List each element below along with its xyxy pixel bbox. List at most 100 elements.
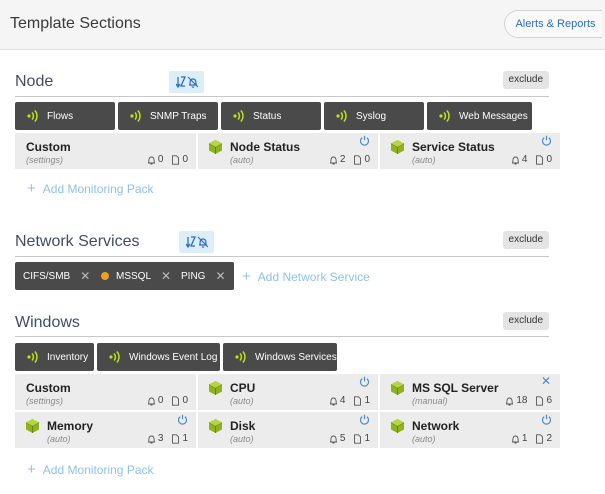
windows-section: Windows exclude Inventory Windows Event … xyxy=(15,302,560,487)
pack-card-disk[interactable]: Disk (auto) 5 1 xyxy=(198,412,378,448)
cube-icon xyxy=(390,381,405,395)
add-monitoring-pack-link[interactable]: + Add Monitoring Pack xyxy=(27,181,154,196)
doc-count: 0 xyxy=(546,154,552,165)
chip-flows[interactable]: Flows xyxy=(15,102,115,130)
add-monitoring-pack-link[interactable]: + Add Monitoring Pack xyxy=(27,461,154,478)
windows-section-title: Windows xyxy=(15,314,80,331)
bell-slash-icon xyxy=(175,76,198,89)
plus-icon: + xyxy=(27,461,36,478)
card-title: Service Status xyxy=(412,140,495,154)
card-title: Custom xyxy=(26,381,71,395)
power-icon[interactable] xyxy=(359,376,370,387)
card-counts: 5 1 xyxy=(329,433,370,444)
alert-count: 1 xyxy=(521,433,528,444)
doc-count: 0 xyxy=(182,154,188,165)
node-exclude-button[interactable]: exclude xyxy=(502,71,549,89)
network-section-title: Network Services xyxy=(15,233,140,250)
pack-card-network[interactable]: Network (auto) 1 2 xyxy=(380,412,560,448)
card-subtitle: (auto) xyxy=(230,396,254,406)
add-label: Add Monitoring Pack xyxy=(42,182,154,196)
bell-slash-icon xyxy=(185,236,208,249)
chip-windows-services[interactable]: Windows Services xyxy=(223,343,337,371)
card-title: Memory xyxy=(47,419,94,433)
chip-snmp-traps[interactable]: SNMP Traps xyxy=(118,102,218,130)
signal-icon xyxy=(27,350,38,364)
card-subtitle: (auto) xyxy=(230,434,254,444)
document-icon xyxy=(172,154,180,165)
bell-icon xyxy=(147,156,155,164)
close-icon[interactable]: ✕ xyxy=(80,269,90,283)
pack-card-custom[interactable]: Custom (settings) 0 0 xyxy=(15,374,196,410)
chip-windows-event-log[interactable]: Windows Event Log xyxy=(97,343,220,371)
card-counts: 18 6 xyxy=(505,395,552,406)
close-icon[interactable]: ✕ xyxy=(215,269,225,283)
signal-icon xyxy=(235,350,246,364)
pack-card-ms-sql-server[interactable]: MS SQL Server (manual) ✕ 18 6 xyxy=(380,374,560,410)
alerts-reports-button[interactable]: Alerts & Reports xyxy=(504,10,602,38)
card-subtitle: (auto) xyxy=(412,155,436,165)
windows-exclude-button[interactable]: exclude xyxy=(502,312,549,330)
card-counts: 1 2 xyxy=(511,433,552,444)
divider xyxy=(15,256,549,257)
power-icon[interactable] xyxy=(541,135,552,146)
mute-notifications-button[interactable] xyxy=(169,71,204,93)
doc-count: 0 xyxy=(182,395,188,406)
bell-icon xyxy=(506,397,514,405)
add-network-service-link[interactable]: + Add Network Service xyxy=(242,269,370,284)
service-chip-mssql[interactable]: MSSQL ✕ xyxy=(93,262,180,290)
header-bar: Template Sections Alerts & Reports xyxy=(0,0,605,50)
power-icon[interactable] xyxy=(177,414,188,425)
bell-icon xyxy=(511,435,519,443)
bell-icon xyxy=(329,156,337,164)
document-icon xyxy=(536,154,544,165)
alert-count: 4 xyxy=(521,154,528,165)
alert-count: 3 xyxy=(157,433,164,444)
pack-card-memory[interactable]: Memory (auto) 3 1 xyxy=(15,412,196,448)
service-label: PING xyxy=(181,270,206,282)
chip-inventory[interactable]: Inventory xyxy=(15,343,94,371)
service-chip-ping[interactable]: PING ✕ xyxy=(173,262,234,290)
pack-card-service-status[interactable]: Service Status (auto) 4 0 xyxy=(380,133,560,169)
alert-count: 0 xyxy=(157,395,164,406)
card-counts: 4 0 xyxy=(511,154,552,165)
close-icon[interactable]: ✕ xyxy=(161,269,171,283)
chip-syslog[interactable]: Syslog xyxy=(324,102,424,130)
pack-card-node-status[interactable]: Node Status (auto) 2 0 xyxy=(198,133,378,169)
alert-count: 18 xyxy=(516,395,528,406)
chip-web-messages[interactable]: Web Messages xyxy=(427,102,532,130)
chip-label: SNMP Traps xyxy=(150,110,207,122)
card-subtitle: (auto) xyxy=(412,434,436,444)
power-icon[interactable] xyxy=(541,414,552,425)
divider xyxy=(15,336,549,337)
close-icon[interactable]: ✕ xyxy=(541,374,551,388)
page-title: Template Sections xyxy=(10,15,141,32)
add-label: Add Network Service xyxy=(257,270,370,284)
pack-card-cpu[interactable]: CPU (auto) 4 1 xyxy=(198,374,378,410)
node-section-title: Node xyxy=(15,73,54,90)
chip-label: Inventory xyxy=(47,351,89,363)
network-exclude-button[interactable]: exclude xyxy=(502,231,549,249)
chip-status[interactable]: Status xyxy=(221,102,321,130)
card-title: MS SQL Server xyxy=(412,381,499,395)
service-chip-cifs-smb[interactable]: CIFS/SMB ✕ xyxy=(15,262,99,290)
card-subtitle: (manual) xyxy=(412,396,448,406)
cube-icon xyxy=(208,140,223,154)
power-icon[interactable] xyxy=(359,135,370,146)
card-counts: 0 0 xyxy=(147,395,188,406)
network-services-section: Network Services exclude CIFS/SMB ✕ MSSQ… xyxy=(15,220,549,300)
status-dot xyxy=(101,272,109,280)
card-title: Custom xyxy=(26,140,71,154)
card-subtitle: (auto) xyxy=(47,434,71,444)
chip-label: Windows Services xyxy=(255,351,337,363)
card-counts: 2 0 xyxy=(329,154,370,165)
divider xyxy=(15,96,549,97)
bell-icon xyxy=(329,435,337,443)
card-title: Network xyxy=(412,419,460,433)
signal-icon xyxy=(27,109,38,123)
alert-count: 4 xyxy=(339,395,346,406)
chip-label: Status xyxy=(253,110,282,122)
signal-icon xyxy=(233,109,244,123)
mute-notifications-button[interactable] xyxy=(179,231,214,253)
power-icon[interactable] xyxy=(359,414,370,425)
pack-card-custom[interactable]: Custom (settings) 0 0 xyxy=(15,133,196,169)
